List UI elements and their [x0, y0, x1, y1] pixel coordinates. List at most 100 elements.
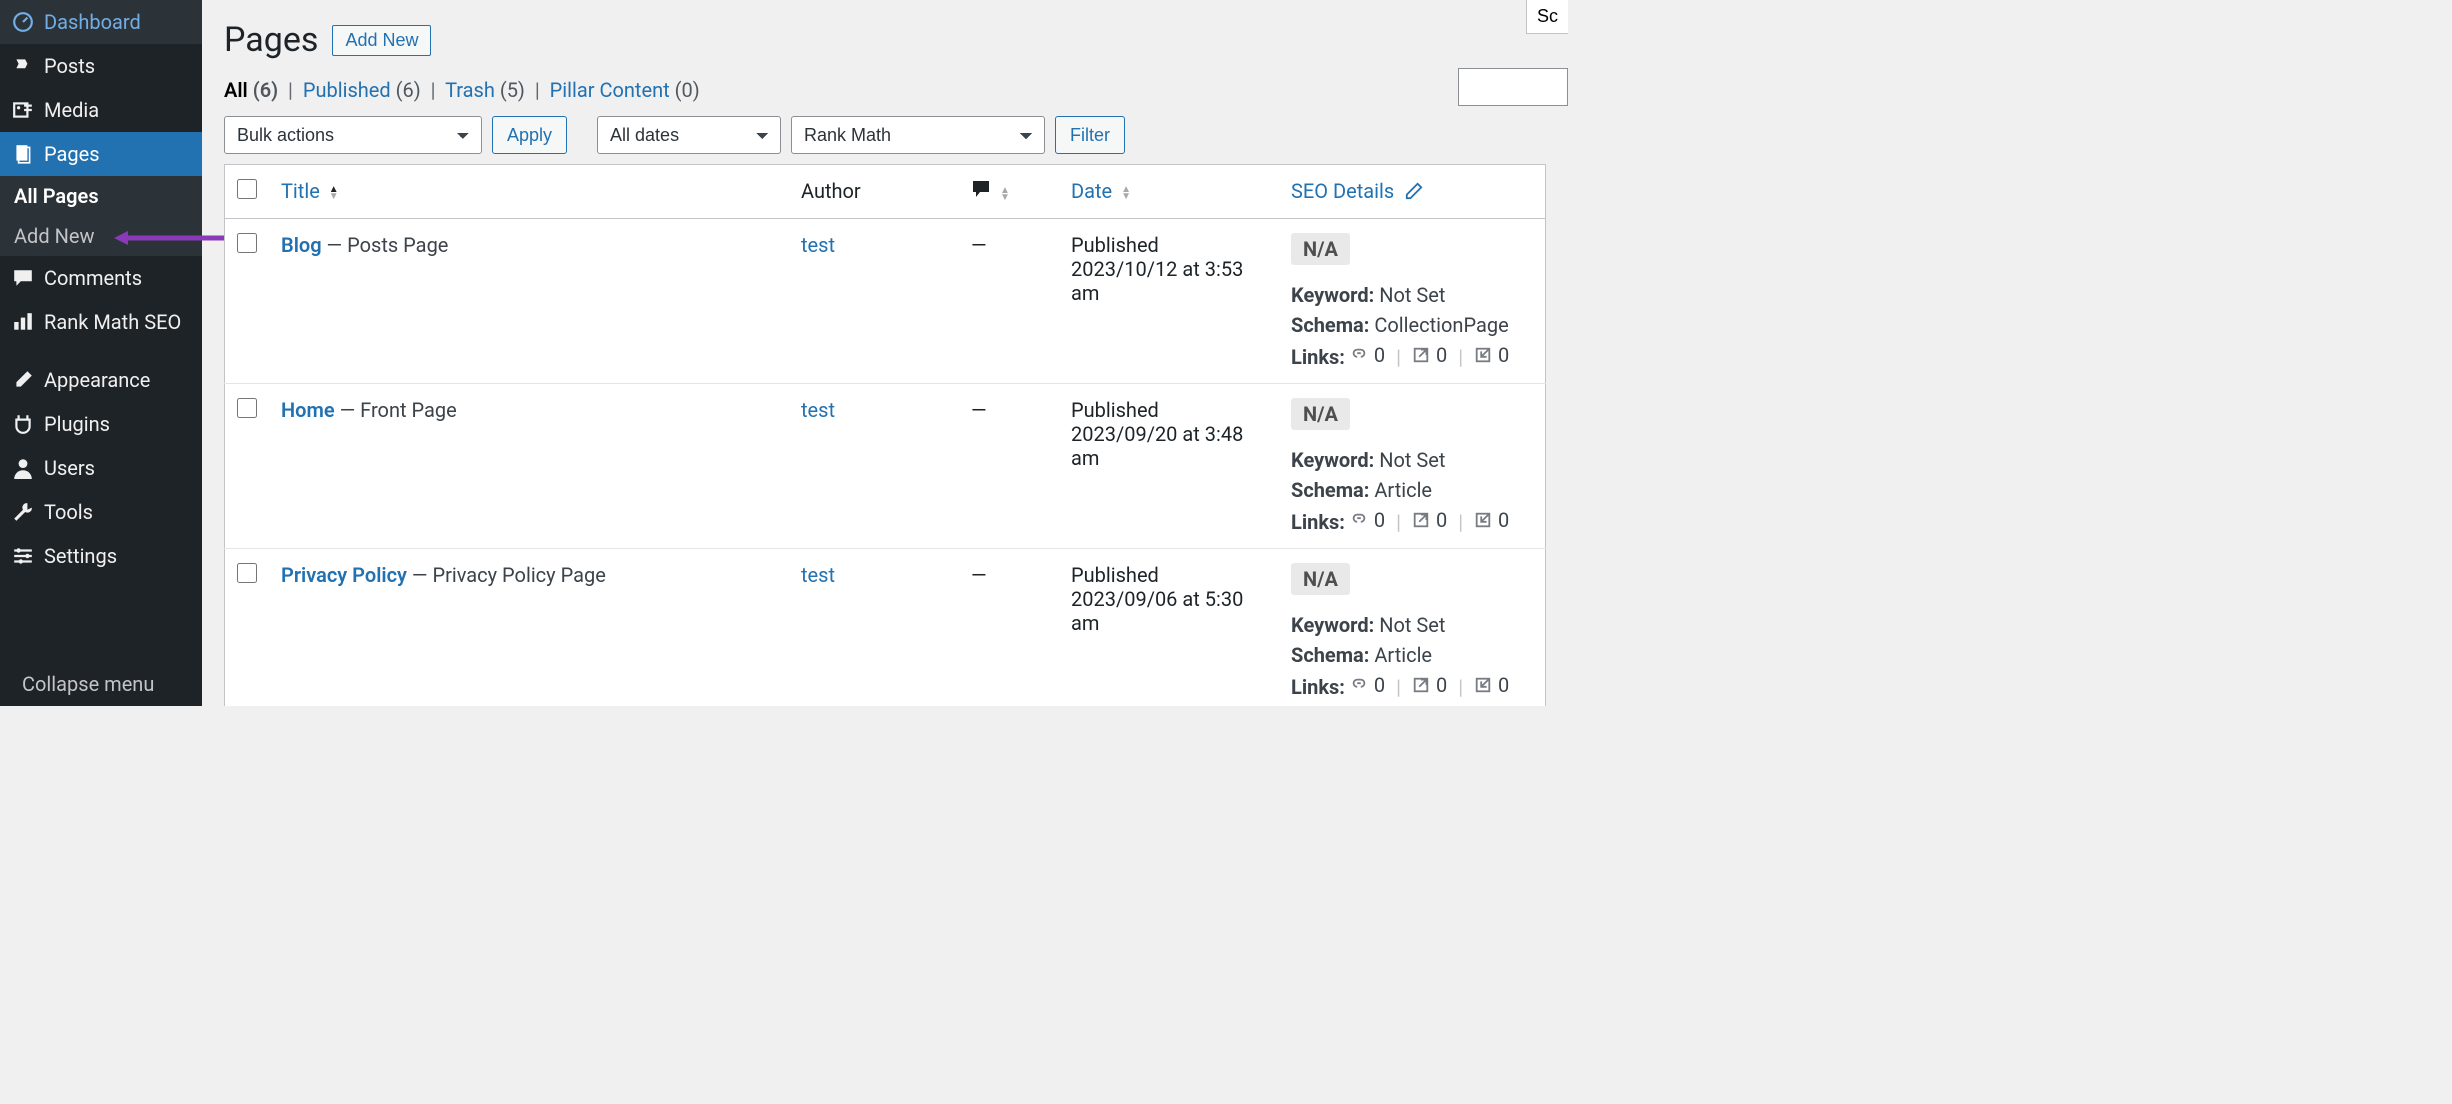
link-internal-icon — [1350, 346, 1368, 364]
menu-label: Media — [44, 98, 99, 122]
comments-icon — [971, 179, 991, 199]
user-icon — [12, 457, 34, 479]
comment-icon — [12, 267, 34, 289]
comments-count: — — [959, 219, 1059, 384]
seo-keyword: Keyword: Not Set — [1291, 283, 1533, 307]
menu-posts[interactable]: Posts — [0, 44, 202, 88]
wrench-icon — [12, 501, 34, 523]
link-external-icon — [1412, 676, 1430, 694]
filter-button[interactable]: Filter — [1055, 116, 1125, 154]
col-comments[interactable]: ▲▼ — [959, 165, 1059, 219]
page-title-link[interactable]: Blog — [281, 233, 322, 257]
brush-icon — [12, 369, 34, 391]
page-subtitle: — Posts Page — [322, 233, 449, 257]
menu-rankmath[interactable]: Rank Math SEO — [0, 300, 202, 344]
main-content: Sc Pages Add New All (6) | Published (6)… — [202, 0, 1568, 706]
col-seo[interactable]: SEO Details — [1279, 165, 1546, 219]
submenu-pages: All Pages Add New — [0, 176, 202, 256]
pages-icon — [12, 143, 34, 165]
table-row: Privacy Policy — Privacy Policy Page tes… — [225, 549, 1546, 707]
menu-users[interactable]: Users — [0, 446, 202, 490]
menu-label: Dashboard — [44, 10, 141, 34]
link-incoming-icon — [1474, 511, 1492, 529]
date-status: Published — [1071, 398, 1267, 422]
comments-count: — — [959, 384, 1059, 549]
apply-button[interactable]: Apply — [492, 116, 567, 154]
page-title: Pages — [224, 20, 318, 60]
page-subtitle: — Front Page — [335, 398, 457, 422]
bulk-actions-select[interactable]: Bulk actions — [224, 116, 482, 154]
page-title-link[interactable]: Home — [281, 398, 335, 422]
page-title-link[interactable]: Privacy Policy — [281, 563, 407, 587]
menu-appearance[interactable]: Appearance — [0, 358, 202, 402]
sort-icon: ▲▼ — [329, 186, 339, 200]
menu-label: Comments — [44, 266, 142, 290]
menu-plugins[interactable]: Plugins — [0, 402, 202, 446]
col-author: Author — [789, 165, 959, 219]
table-row: Blog — Posts Page test — Published 2023/… — [225, 219, 1546, 384]
menu-label: Settings — [44, 544, 117, 568]
table-row: Home — Front Page test — Published 2023/… — [225, 384, 1546, 549]
date-value: 2023/10/12 at 3:53 am — [1071, 257, 1267, 305]
link-external-icon — [1412, 511, 1430, 529]
search-input[interactable] — [1458, 68, 1568, 106]
status-filters: All (6) | Published (6) | Trash (5) | Pi… — [224, 78, 1546, 102]
filter-published[interactable]: Published (6) — [303, 78, 421, 102]
filter-trash[interactable]: Trash (5) — [445, 78, 525, 102]
row-checkbox[interactable] — [237, 233, 257, 253]
filter-all[interactable]: All (6) — [224, 78, 278, 102]
seo-links: Links: 0 | 0 | 0 — [1291, 673, 1533, 699]
row-checkbox[interactable] — [237, 398, 257, 418]
rankmath-filter-select[interactable]: Rank Math — [791, 116, 1045, 154]
link-internal-icon — [1350, 676, 1368, 694]
menu-label: Rank Math SEO — [44, 310, 181, 334]
date-status: Published — [1071, 563, 1267, 587]
menu-label: Posts — [44, 54, 95, 78]
seo-schema: Schema: Article — [1291, 643, 1533, 667]
search-box — [1458, 68, 1568, 106]
menu-label: Appearance — [44, 368, 150, 392]
tablenav-top: Bulk actions Apply All dates Rank Math F… — [224, 116, 1546, 154]
page-header: Pages Add New — [224, 20, 1546, 60]
add-new-button[interactable]: Add New — [332, 25, 431, 56]
dashboard-icon — [12, 11, 34, 33]
collapse-menu[interactable]: Collapse menu — [0, 662, 202, 706]
seo-links: Links: 0 | 0 | 0 — [1291, 343, 1533, 369]
screen-options-button[interactable]: Sc — [1526, 0, 1568, 34]
submenu-all-pages[interactable]: All Pages — [0, 176, 202, 216]
date-value: 2023/09/06 at 5:30 am — [1071, 587, 1267, 635]
col-title[interactable]: Title ▲▼ — [269, 165, 789, 219]
date-status: Published — [1071, 233, 1267, 257]
date-filter-select[interactable]: All dates — [597, 116, 781, 154]
select-all-checkbox[interactable] — [237, 179, 257, 199]
author-link[interactable]: test — [801, 563, 835, 587]
link-incoming-icon — [1474, 676, 1492, 694]
pin-icon — [12, 55, 34, 77]
menu-settings[interactable]: Settings — [0, 534, 202, 578]
seo-badge: N/A — [1291, 398, 1350, 430]
menu-label: Users — [44, 456, 95, 480]
author-link[interactable]: test — [801, 233, 835, 257]
menu-pages[interactable]: Pages — [0, 132, 202, 176]
date-value: 2023/09/20 at 3:48 am — [1071, 422, 1267, 470]
menu-comments[interactable]: Comments — [0, 256, 202, 300]
seo-badge: N/A — [1291, 563, 1350, 595]
seo-links: Links: 0 | 0 | 0 — [1291, 508, 1533, 534]
menu-label: Tools — [44, 500, 93, 524]
menu-tools[interactable]: Tools — [0, 490, 202, 534]
comments-count: — — [959, 549, 1059, 707]
sliders-icon — [12, 545, 34, 567]
sort-icon: ▲▼ — [1000, 187, 1010, 201]
filter-pillar[interactable]: Pillar Content (0) — [550, 78, 700, 102]
submenu-add-new[interactable]: Add New — [0, 216, 202, 256]
menu-label: Plugins — [44, 412, 110, 436]
col-date[interactable]: Date ▲▼ — [1059, 165, 1279, 219]
row-checkbox[interactable] — [237, 563, 257, 583]
author-link[interactable]: test — [801, 398, 835, 422]
media-icon — [12, 99, 34, 121]
pencil-icon — [1405, 182, 1423, 200]
link-external-icon — [1412, 346, 1430, 364]
menu-dashboard[interactable]: Dashboard — [0, 0, 202, 44]
menu-media[interactable]: Media — [0, 88, 202, 132]
link-incoming-icon — [1474, 346, 1492, 364]
